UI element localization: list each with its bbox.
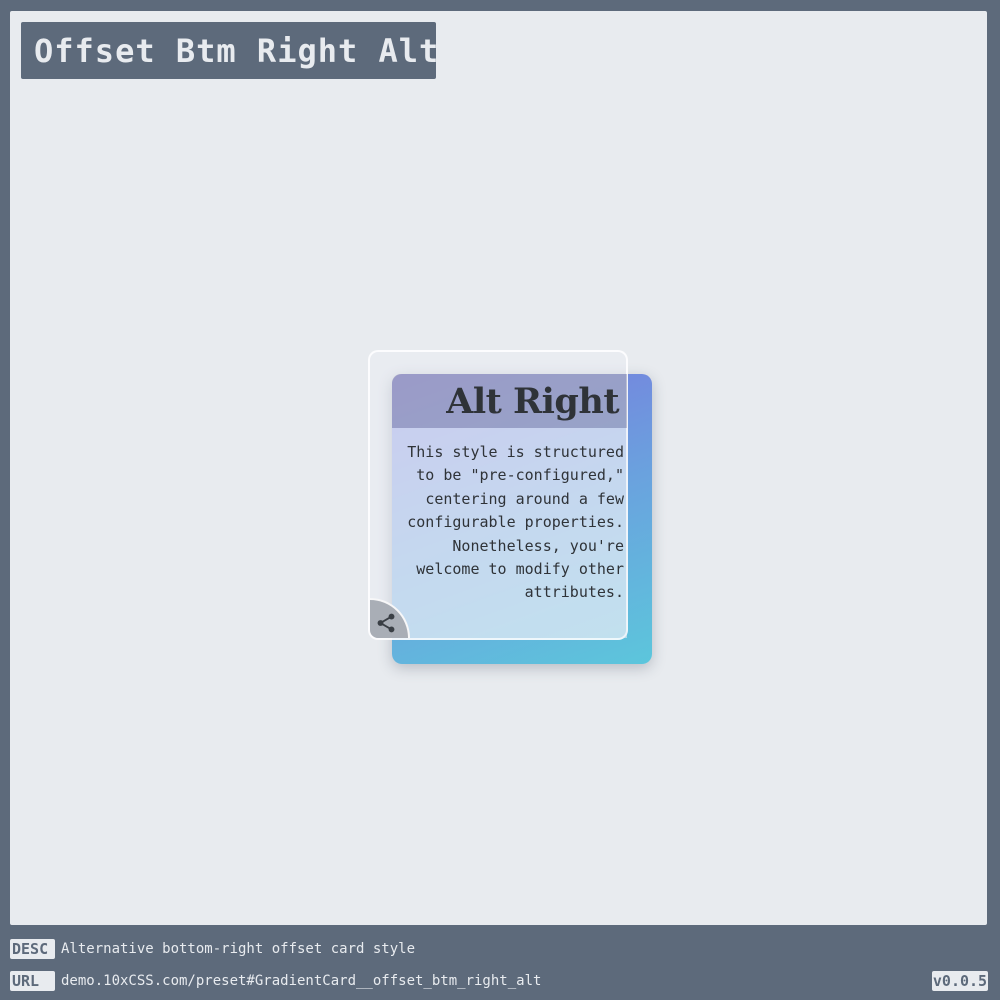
version-badge: v0.0.5 [932, 971, 988, 991]
card-header: Alt Right [392, 374, 627, 428]
url-link[interactable]: demo.10xCSS.com/preset#GradientCard__off… [61, 971, 541, 991]
page-title: Offset Btm Right Alt [34, 31, 440, 70]
page-title-box: Offset Btm Right Alt [21, 22, 440, 79]
desc-tag: DESC [10, 939, 55, 959]
card-description: This style is structured to be "pre-conf… [407, 443, 624, 602]
description-text: Alternative bottom-right offset card sty… [61, 941, 416, 957]
share-icon[interactable] [375, 612, 397, 634]
card-title: Alt Right [446, 380, 619, 422]
url-tag: URL [10, 971, 55, 991]
